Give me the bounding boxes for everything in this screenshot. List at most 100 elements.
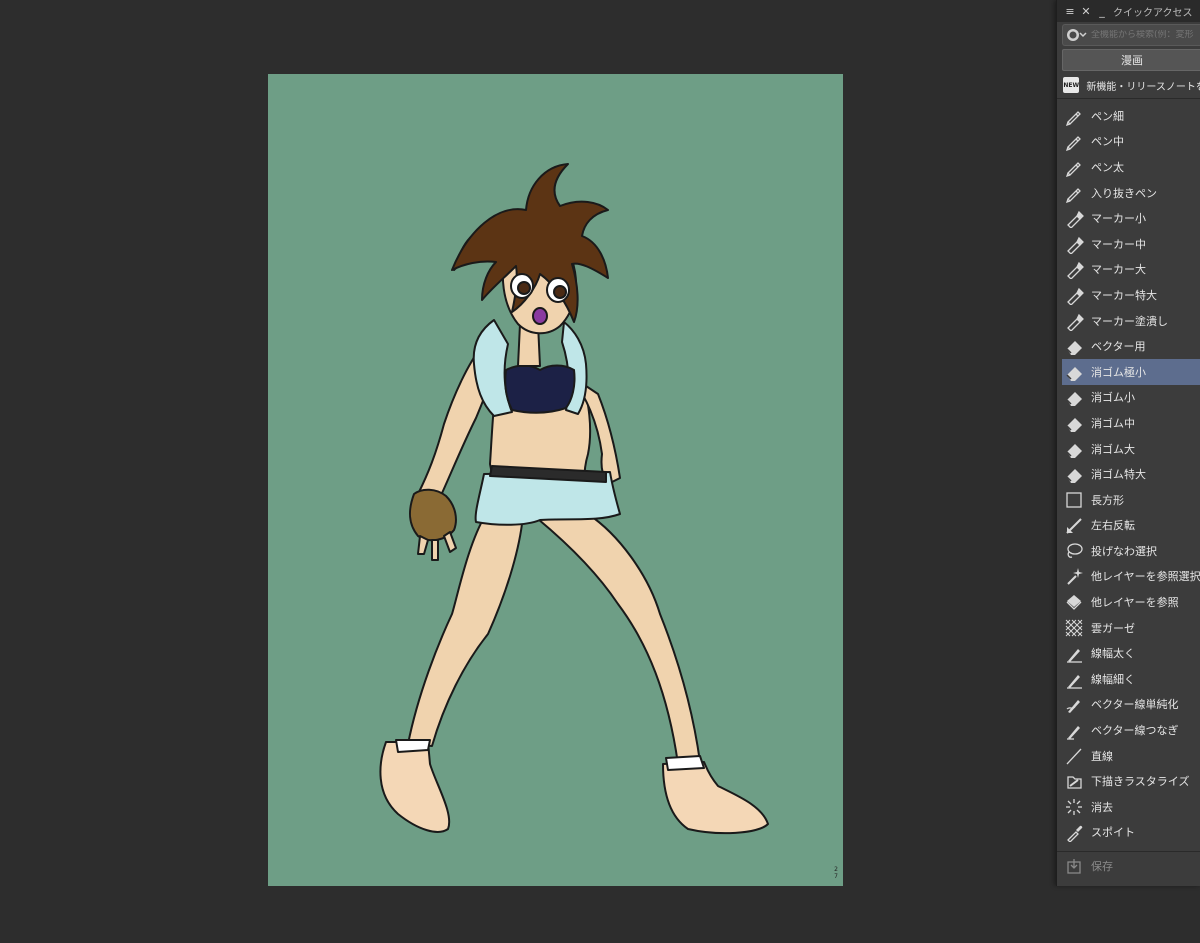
new-badge-icon: NEW: [1063, 77, 1080, 93]
fill-bucket-icon: [1064, 592, 1084, 612]
tool-item[interactable]: マーカー小: [1062, 205, 1200, 231]
straight-line-icon: [1064, 746, 1084, 766]
panel-titlebar: ≡ ✕ _ クイックアクセス: [1057, 0, 1200, 22]
tool-item[interactable]: 他レイヤーを参照選択: [1062, 564, 1200, 590]
tool-list: ペン細ペン中ペン太入り抜きペンマーカー小マーカー中マーカー大マーカー特大 マーカー…: [1057, 99, 1200, 845]
tool-label: ベクター用: [1091, 340, 1146, 354]
tool-item[interactable]: マーカー塗潰し: [1062, 308, 1200, 334]
eraser-icon: [1064, 336, 1084, 356]
pen-icon: [1064, 157, 1084, 177]
line-width-icon: [1064, 669, 1084, 689]
tool-item[interactable]: ペン中: [1062, 129, 1200, 155]
release-notes-item[interactable]: NEW 新機能・リリースノートを表示: [1057, 72, 1200, 99]
tool-label: 線幅細く: [1091, 672, 1135, 686]
tool-label: 直線: [1091, 749, 1113, 763]
tool-item[interactable]: 消ゴム特大: [1062, 461, 1200, 487]
quick-access-panel: ≡ ✕ _ クイックアクセス 漫画 NEW 新機能・リリースノートを表示 ペン細…: [1056, 0, 1200, 886]
tool-label: マーカー大: [1091, 263, 1146, 277]
tool-label: 消去: [1091, 800, 1113, 814]
tool-item[interactable]: 雲ガーゼ: [1062, 615, 1200, 641]
tool-label: 入り抜きペン: [1091, 186, 1157, 200]
tool-label: ベクター線つなぎ: [1091, 724, 1179, 738]
marker-icon: [1064, 285, 1084, 305]
tool-item[interactable]: 下描きラスタライズ: [1062, 768, 1200, 794]
save-icon: [1064, 856, 1084, 876]
tool-item[interactable]: マーカー中: [1062, 231, 1200, 257]
tool-label: マーカー特大: [1091, 288, 1157, 302]
eraser-icon: [1064, 439, 1084, 459]
tool-label: 他レイヤーを参照: [1091, 596, 1179, 610]
save-label: 保存: [1091, 860, 1113, 874]
search-icon[interactable]: [1063, 27, 1089, 43]
tool-item[interactable]: 線幅細く: [1062, 666, 1200, 692]
canvas-workspace[interactable]: 2 7: [0, 0, 1056, 943]
marker-icon: [1064, 259, 1084, 280]
tool-label: マーカー中: [1091, 237, 1146, 251]
crop-top: [504, 364, 576, 414]
tool-item[interactable]: スポイト: [1062, 820, 1200, 846]
tool-item[interactable]: 消ゴム小: [1062, 385, 1200, 411]
tool-item[interactable]: ベクター用: [1062, 333, 1200, 359]
tool-label: マーカー塗潰し: [1091, 314, 1168, 328]
menu-icon[interactable]: ≡: [1063, 4, 1077, 18]
marker-icon: [1064, 234, 1084, 254]
tool-item[interactable]: 長方形: [1062, 487, 1200, 513]
rectangle-icon: [1064, 490, 1084, 510]
tool-label: 消ゴム極小: [1091, 365, 1146, 379]
tool-label: 消ゴム小: [1091, 391, 1135, 405]
tool-item[interactable]: マーカー大: [1062, 257, 1200, 283]
tool-item[interactable]: マーカー特大: [1062, 282, 1200, 308]
character-illustration: [268, 74, 843, 886]
tool-item[interactable]: 消ゴム大: [1062, 436, 1200, 462]
page-number: 2 7: [834, 866, 838, 880]
tool-label: 線幅太く: [1091, 647, 1135, 661]
flip-icon: [1064, 515, 1084, 535]
tool-label: 下描きラスタライズ: [1091, 775, 1190, 789]
tool-label: ペン中: [1091, 135, 1124, 149]
save-item[interactable]: 保存: [1057, 851, 1200, 880]
close-icon[interactable]: ✕: [1079, 4, 1093, 18]
tool-item[interactable]: 左右反転: [1062, 513, 1200, 539]
tool-item[interactable]: 消ゴム中: [1062, 410, 1200, 436]
pen-icon: [1064, 131, 1084, 152]
lasso-icon: [1064, 541, 1084, 561]
gauze-icon: [1064, 618, 1084, 638]
eraser-icon: [1064, 387, 1084, 407]
tool-item[interactable]: 線幅太く: [1062, 640, 1200, 666]
eraser-icon: [1064, 413, 1084, 433]
tool-label: 消ゴム大: [1091, 442, 1135, 456]
marker-icon: [1064, 311, 1084, 331]
rasterize-icon: [1064, 771, 1084, 791]
tool-item[interactable]: 消ゴム極小: [1062, 358, 1200, 385]
tool-label: 左右反転: [1091, 519, 1135, 533]
tool-label: 消ゴム中: [1091, 416, 1135, 430]
tool-item[interactable]: 消去: [1062, 794, 1200, 820]
eyedropper-icon: [1064, 822, 1084, 843]
tool-item[interactable]: ペン太: [1062, 154, 1200, 180]
clear-icon: [1064, 797, 1084, 817]
panel-title: クイックアクセス: [1113, 7, 1193, 19]
tool-item[interactable]: 直線: [1062, 743, 1200, 769]
magic-wand-icon: [1064, 566, 1084, 586]
minimize-icon[interactable]: _: [1095, 4, 1109, 18]
drawing-canvas[interactable]: [268, 74, 843, 886]
tool-item[interactable]: 投げなわ選択: [1062, 538, 1200, 564]
tool-item[interactable]: 入り抜きペン: [1062, 180, 1200, 206]
tool-label: ベクター線単純化: [1091, 698, 1179, 712]
tool-label: 消ゴム特大: [1091, 468, 1146, 482]
tool-label: スポイト: [1091, 826, 1135, 840]
pen-icon: [1064, 183, 1084, 203]
eraser-icon: [1064, 464, 1084, 484]
tool-item[interactable]: ペン細: [1062, 103, 1200, 129]
set-selector-button[interactable]: 漫画: [1062, 49, 1200, 71]
vector-connect-icon: [1064, 720, 1084, 740]
tool-item[interactable]: ベクター線単純化: [1062, 692, 1200, 718]
search-input[interactable]: [1089, 30, 1197, 40]
tool-item[interactable]: 他レイヤーを参照: [1062, 589, 1200, 615]
release-notes-label: 新機能・リリースノートを表示: [1086, 81, 1200, 93]
search-row: [1057, 22, 1200, 48]
search-box[interactable]: [1062, 24, 1200, 46]
tool-label: 他レイヤーを参照選択: [1091, 570, 1200, 584]
vector-simplify-icon: [1064, 694, 1084, 714]
tool-item[interactable]: ベクター線つなぎ: [1062, 717, 1200, 743]
